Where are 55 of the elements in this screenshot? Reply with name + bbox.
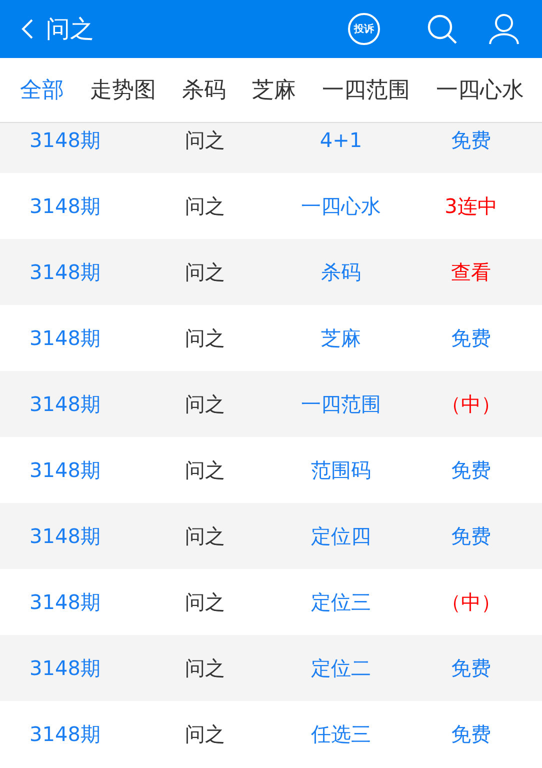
- search-icon[interactable]: [426, 13, 458, 45]
- category-tab[interactable]: 一四范围: [322, 75, 410, 105]
- result-cell: 免费: [451, 522, 491, 550]
- category-cell: 定位三: [311, 588, 371, 616]
- category-cell: 任选三: [311, 720, 371, 748]
- category-cell: 4+1: [320, 128, 362, 152]
- page-title: 问之: [46, 14, 94, 45]
- period-cell: 3148期: [30, 654, 100, 682]
- user-icon[interactable]: [488, 13, 520, 45]
- period-cell: 3148期: [30, 126, 100, 154]
- result-cell: 查看: [451, 258, 491, 286]
- period-cell: 3148期: [30, 192, 100, 220]
- category-tab[interactable]: 走势图: [90, 75, 156, 105]
- author-cell: 问之: [185, 720, 225, 748]
- author-cell: 问之: [185, 390, 225, 418]
- author-cell: 问之: [185, 588, 225, 616]
- result-cell: （中）: [441, 588, 501, 616]
- author-cell: 问之: [185, 192, 225, 220]
- list-row[interactable]: 3148期 问之 杀码 查看: [0, 239, 542, 305]
- author-cell: 问之: [185, 522, 225, 550]
- result-cell: 免费: [451, 456, 491, 484]
- author-cell: 问之: [185, 456, 225, 484]
- category-cell: 芝麻: [321, 324, 361, 352]
- result-cell: 免费: [451, 324, 491, 352]
- result-cell: 免费: [451, 654, 491, 682]
- category-cell: 杀码: [321, 258, 361, 286]
- author-cell: 问之: [185, 324, 225, 352]
- category-tab[interactable]: 芝麻: [252, 75, 296, 105]
- author-cell: 问之: [185, 126, 225, 154]
- category-cell: 一四心水: [301, 192, 381, 220]
- category-tab[interactable]: 全部: [20, 75, 64, 105]
- author-cell: 问之: [185, 654, 225, 682]
- category-cell: 定位二: [311, 654, 371, 682]
- complaint-button[interactable]: 投诉: [348, 13, 380, 45]
- period-cell: 3148期: [30, 456, 100, 484]
- category-tab[interactable]: 杀码: [182, 75, 226, 105]
- list-row[interactable]: 3148期 问之 定位二 免费: [0, 635, 542, 701]
- list-row[interactable]: 3148期 问之 4+1 免费: [0, 123, 542, 173]
- period-cell: 3148期: [30, 720, 100, 748]
- period-cell: 3148期: [30, 588, 100, 616]
- result-cell: 免费: [451, 720, 491, 748]
- category-tab[interactable]: 一四心水: [436, 75, 524, 105]
- category-cell: 一四范围: [301, 390, 381, 418]
- period-cell: 3148期: [30, 390, 100, 418]
- result-cell: （中）: [441, 390, 501, 418]
- period-cell: 3148期: [30, 522, 100, 550]
- period-cell: 3148期: [30, 258, 100, 286]
- category-cell: 范围码: [311, 456, 371, 484]
- list-row[interactable]: 3148期 问之 一四范围 （中）: [0, 371, 542, 437]
- period-cell: 3148期: [30, 324, 100, 352]
- result-cell: 3连中: [444, 192, 498, 220]
- author-cell: 问之: [185, 258, 225, 286]
- category-cell: 定位四: [311, 522, 371, 550]
- result-cell: 免费: [451, 126, 491, 154]
- list-row[interactable]: 3148期 问之 定位四 免费: [0, 503, 542, 569]
